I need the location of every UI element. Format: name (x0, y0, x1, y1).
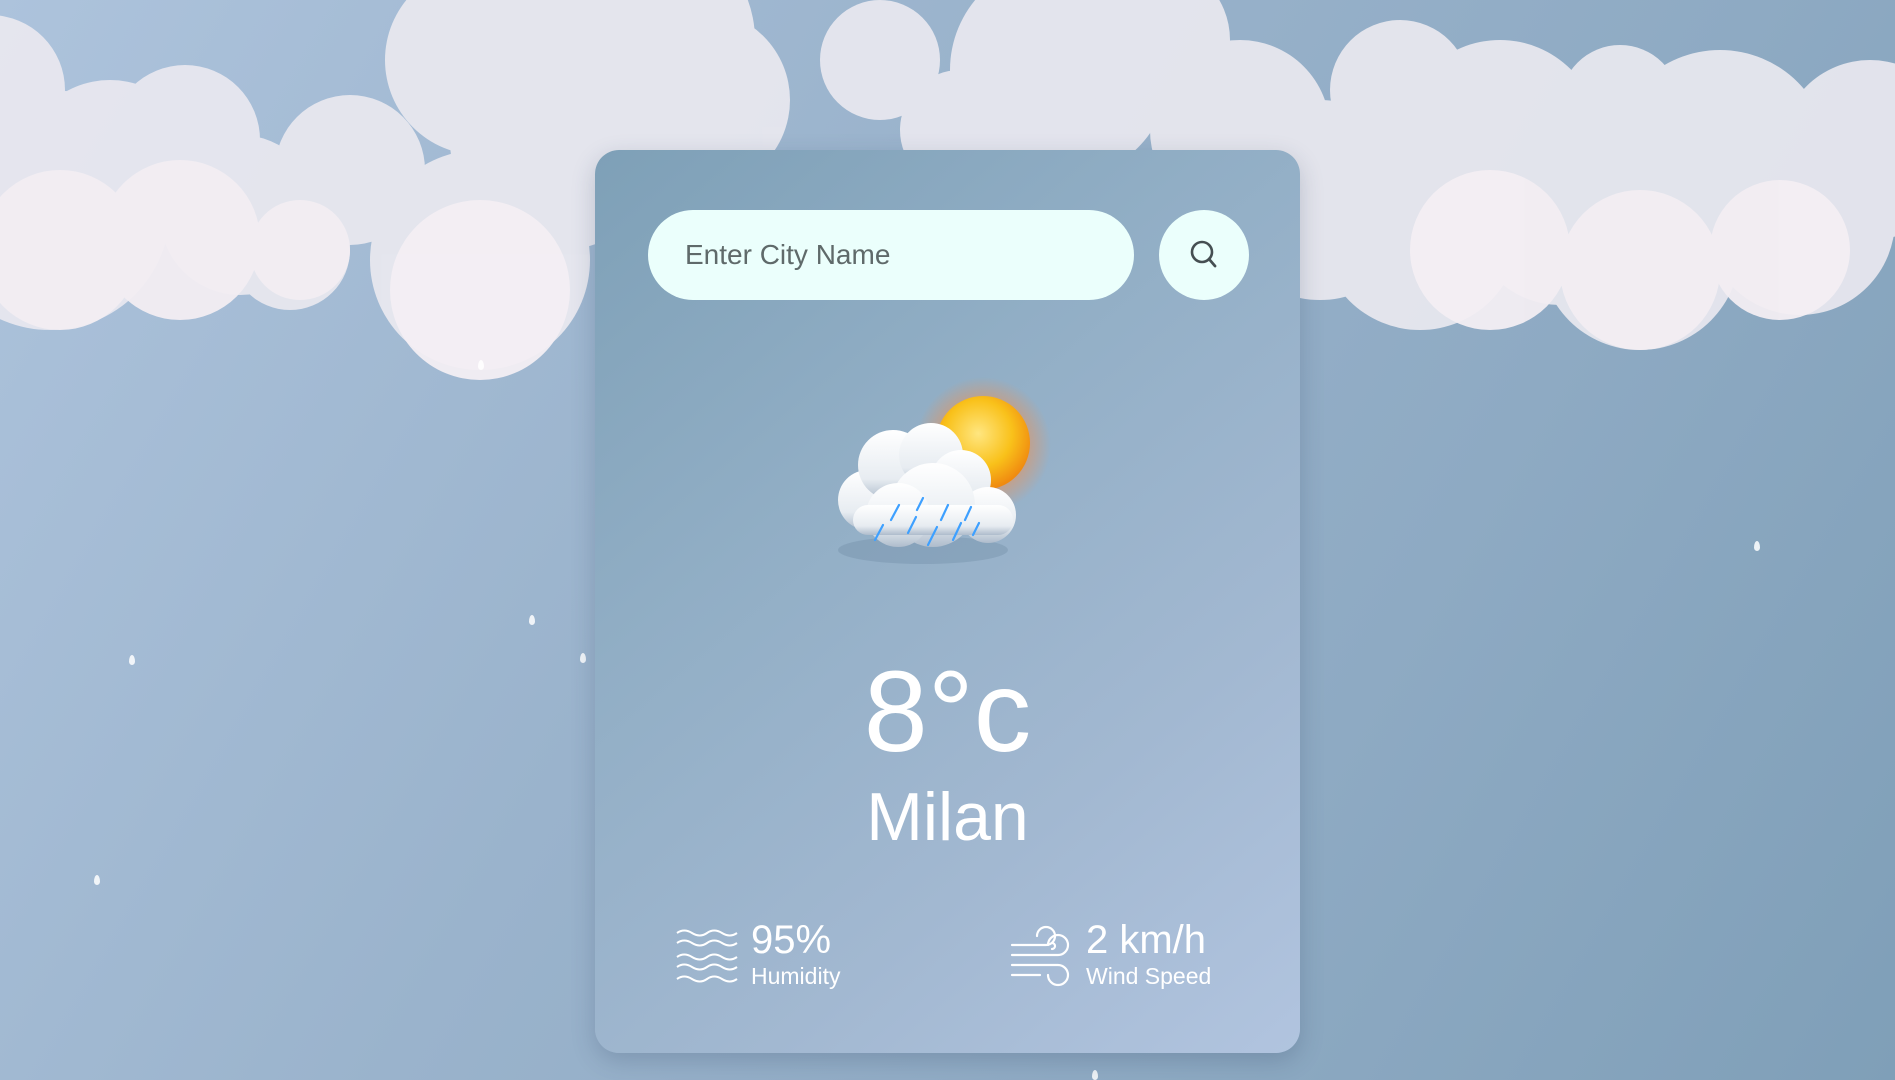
temperature: 8°c (863, 648, 1032, 776)
city-search-input[interactable] (648, 210, 1134, 300)
wind-detail: 2 km/h Wind Speed (1010, 910, 1211, 1000)
humidity-waves-icon (676, 929, 738, 983)
raindrop (478, 360, 484, 370)
search-button[interactable] (1159, 210, 1249, 300)
wind-text: 2 km/h Wind Speed (1086, 919, 1211, 991)
wind-label: Wind Speed (1086, 963, 1212, 989)
raindrop (94, 875, 100, 885)
search-bar (648, 210, 1249, 300)
wind-value: 2 km/h (1086, 918, 1207, 962)
raindrop (129, 655, 135, 665)
raindrop (1754, 541, 1760, 551)
humidity-value: 95% (751, 918, 832, 962)
weather-card: 8°c Milan 95% Humidity (595, 150, 1300, 1053)
humidity-label: Humidity (751, 963, 841, 989)
wind-icon (1010, 925, 1070, 987)
humidity-text: 95% Humidity (751, 919, 840, 991)
search-icon (1190, 240, 1217, 268)
city-name: Milan (866, 779, 1029, 855)
cloud-sun-rain-icon (838, 377, 1051, 564)
raindrop (529, 615, 535, 625)
raindrop (580, 653, 586, 663)
raindrop (1092, 1070, 1098, 1080)
humidity-detail: 95% Humidity (675, 910, 840, 1000)
